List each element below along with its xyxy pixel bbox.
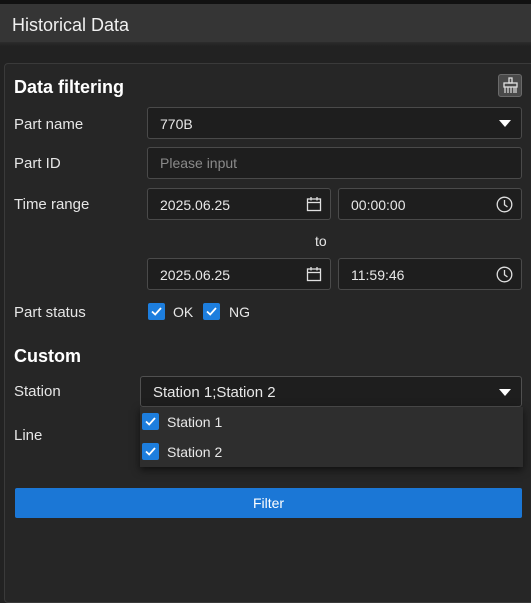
station-value: Station 1;Station 2	[153, 384, 276, 401]
checkmark-icon	[145, 417, 156, 426]
part-id-input[interactable]	[148, 148, 521, 178]
broom-icon	[503, 77, 518, 93]
station-1-checkbox[interactable]	[142, 413, 159, 430]
station-dropdown-list: Station 1 Station 2	[140, 407, 523, 467]
clear-filters-button[interactable]	[498, 74, 522, 97]
chevron-down-icon	[499, 120, 511, 127]
time-range-label: Time range	[14, 196, 90, 213]
calendar-icon	[306, 197, 322, 212]
checkmark-icon	[151, 307, 162, 316]
station-label: Station	[14, 383, 61, 400]
end-time-picker[interactable]: 11:59:46	[338, 258, 522, 290]
part-id-label: Part ID	[14, 155, 61, 172]
line-label: Line	[14, 427, 43, 444]
start-date-value: 2025.06.25	[160, 197, 231, 213]
part-status-label: Part status	[14, 304, 86, 321]
station-select[interactable]: Station 1;Station 2	[140, 376, 522, 407]
time-range-separator: to	[315, 233, 327, 249]
station-1-label: Station 1	[167, 414, 223, 430]
section-title-data-filtering: Data filtering	[14, 77, 125, 97]
part-name-label: Part name	[14, 116, 84, 133]
line-row: Line	[14, 421, 144, 467]
filter-button[interactable]: Filter	[15, 488, 522, 518]
start-date-picker[interactable]: 2025.06.25	[147, 188, 331, 220]
start-time-value: 00:00:00	[351, 197, 406, 213]
end-date-picker[interactable]: 2025.06.25	[147, 258, 331, 290]
checkmark-icon	[206, 307, 217, 316]
station-option-1[interactable]: Station 1	[140, 407, 523, 437]
checkmark-icon	[145, 447, 156, 456]
title-bar: Historical Data	[0, 0, 531, 42]
title-bar-divider	[0, 42, 531, 46]
part-name-value: 770B	[160, 116, 193, 132]
clock-icon	[496, 266, 513, 283]
calendar-icon	[306, 267, 322, 282]
status-ok-label: OK	[173, 304, 194, 320]
station-2-label: Station 2	[167, 444, 223, 460]
window-title: Historical Data	[12, 15, 130, 35]
status-ng-label: NG	[229, 304, 250, 320]
section-title-custom: Custom	[14, 346, 81, 366]
station-2-checkbox[interactable]	[142, 443, 159, 460]
part-name-select[interactable]: 770B	[147, 107, 522, 139]
part-id-field-wrapper	[147, 147, 522, 179]
filter-panel	[4, 63, 531, 603]
start-time-picker[interactable]: 00:00:00	[338, 188, 522, 220]
end-time-value: 11:59:46	[351, 267, 405, 283]
clock-icon	[496, 196, 513, 213]
end-date-value: 2025.06.25	[160, 267, 231, 283]
chevron-down-icon	[499, 389, 511, 396]
station-option-2[interactable]: Station 2	[140, 437, 523, 467]
status-ok-checkbox[interactable]	[148, 303, 165, 320]
status-ng-checkbox[interactable]	[203, 303, 220, 320]
